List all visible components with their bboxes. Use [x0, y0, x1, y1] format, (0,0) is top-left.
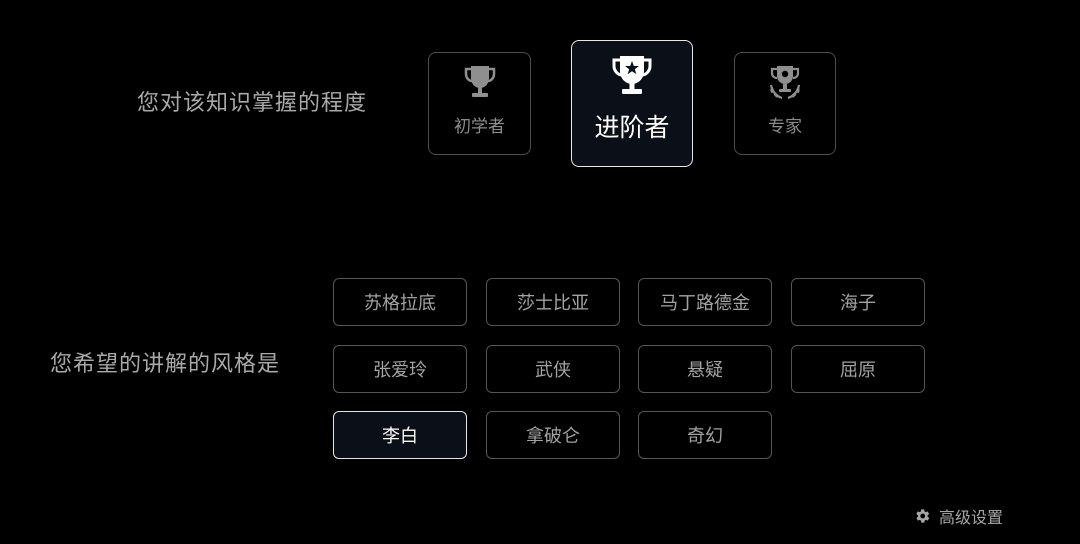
style-option-suspense[interactable]: 悬疑 — [638, 345, 772, 393]
knowledge-level-question: 您对该知识掌握的程度 — [137, 91, 368, 116]
style-question: 您希望的讲解的风格是 — [50, 352, 281, 377]
advanced-settings-label: 高级设置 — [939, 508, 1004, 527]
level-advanced-card[interactable]: 进阶者 — [571, 40, 693, 167]
style-option-mlk[interactable]: 马丁路德金 — [638, 278, 772, 326]
gear-icon — [913, 507, 931, 525]
trophy-star-icon — [609, 53, 655, 99]
style-option-haizi[interactable]: 海子 — [791, 278, 925, 326]
level-expert-label: 专家 — [768, 117, 802, 137]
style-option-napoleon[interactable]: 拿破仑 — [486, 411, 620, 459]
level-advanced-label: 进阶者 — [594, 113, 670, 142]
style-option-wuxia[interactable]: 武侠 — [486, 345, 620, 393]
preferences-screen: 您对该知识掌握的程度 初学者 进阶者 专家 您希望的讲解的风格是 苏格拉底 莎士… — [0, 0, 1080, 544]
trophy-laurel-icon — [766, 63, 804, 101]
style-option-shakespeare[interactable]: 莎士比亚 — [486, 278, 620, 326]
style-option-fantasy[interactable]: 奇幻 — [638, 411, 772, 459]
style-option-socrates[interactable]: 苏格拉底 — [333, 278, 467, 326]
trophy-icon — [462, 63, 498, 101]
style-option-qu-yuan[interactable]: 屈原 — [791, 345, 925, 393]
level-beginner-card[interactable]: 初学者 — [428, 52, 531, 155]
advanced-settings-button[interactable]: 高级设置 — [913, 504, 1003, 528]
style-option-eileen-chang[interactable]: 张爱玲 — [333, 345, 467, 393]
style-option-li-bai[interactable]: 李白 — [333, 411, 467, 459]
level-beginner-label: 初学者 — [454, 117, 505, 137]
level-expert-card[interactable]: 专家 — [734, 52, 836, 155]
